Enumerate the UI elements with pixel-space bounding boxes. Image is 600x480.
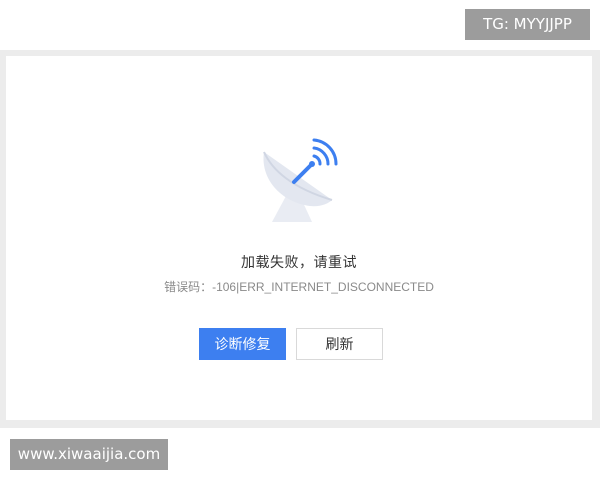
watermark-top: TG: MYYJJPP (465, 9, 590, 40)
error-panel: 加载失败，请重试 错误码：-106|ERR_INTERNET_DISCONNEC… (6, 56, 592, 420)
refresh-button[interactable]: 刷新 (296, 328, 383, 360)
satellite-dish-icon (250, 130, 350, 230)
error-title: 加载失败，请重试 (241, 255, 357, 271)
watermark-bottom: www.xiwaaijia.com (10, 439, 168, 470)
error-code: 错误码：-106|ERR_INTERNET_DISCONNECTED (164, 280, 434, 294)
error-page-frame: 加载失败，请重试 错误码：-106|ERR_INTERNET_DISCONNEC… (0, 50, 600, 428)
diagnose-button[interactable]: 诊断修复 (199, 328, 286, 360)
